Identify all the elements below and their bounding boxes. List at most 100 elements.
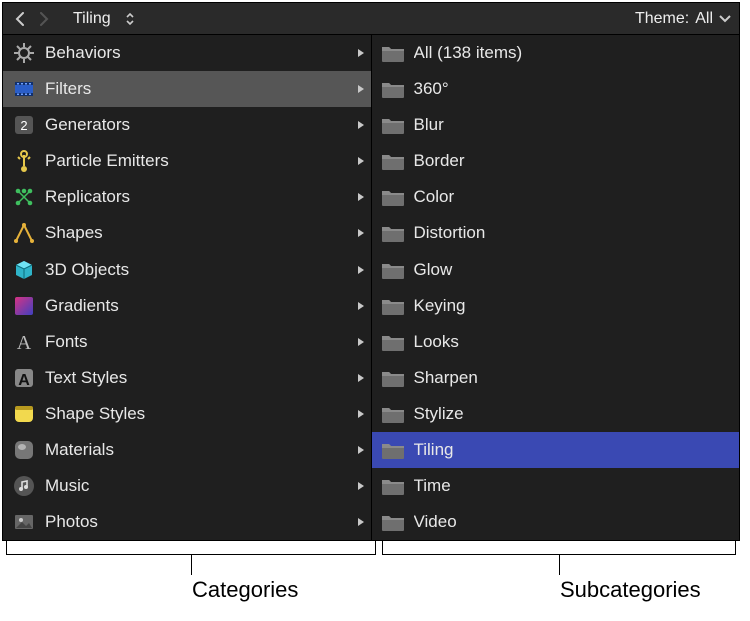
annotation-layer: Categories Subcategories [2, 541, 740, 621]
folder-icon [380, 148, 406, 174]
category-item-music[interactable]: Music [3, 468, 371, 504]
music-icon [11, 473, 37, 499]
disclosure-triangle-icon [351, 373, 365, 383]
subcategory-label: Border [414, 151, 734, 171]
theme-value: All [695, 10, 713, 28]
category-item-shape-styles[interactable]: Shape Styles [3, 396, 371, 432]
folder-icon [380, 112, 406, 138]
subcategory-label: Looks [414, 332, 734, 352]
library-panel: Tiling Theme: All Behaviors Filters 2 Gener… [2, 2, 740, 541]
updown-icon [125, 12, 135, 26]
gradient-icon [11, 293, 37, 319]
theme-popup[interactable]: Theme: All [635, 10, 731, 28]
subcategory-label: Stylize [414, 404, 734, 424]
category-item-particle-emitters[interactable]: Particle Emitters [3, 143, 371, 179]
emitter-icon [11, 148, 37, 174]
subcategory-item-glow[interactable]: Glow [372, 251, 740, 287]
category-item-filters[interactable]: Filters [3, 71, 371, 107]
folder-icon [380, 184, 406, 210]
theme-label: Theme: [635, 10, 689, 28]
subcategory-item-video[interactable]: Video [372, 504, 740, 540]
category-label: Photos [45, 512, 343, 532]
disclosure-triangle-icon [351, 48, 365, 58]
subcategory-label: All (138 items) [414, 43, 734, 63]
subcategory-label: Distortion [414, 223, 734, 243]
folder-icon [380, 329, 406, 355]
gear-icon [11, 40, 37, 66]
category-item-generators[interactable]: 2 Generators [3, 107, 371, 143]
folder-icon [380, 76, 406, 102]
disclosure-triangle-icon [351, 156, 365, 166]
categories-column[interactable]: Behaviors Filters 2 Generators Particle Emit… [3, 35, 371, 540]
nav-back-button[interactable] [11, 8, 29, 30]
font-a-icon: A [11, 329, 37, 355]
category-item-photos[interactable]: Photos [3, 504, 371, 540]
category-label: Shape Styles [45, 404, 343, 424]
folder-icon [380, 257, 406, 283]
subcategory-item-tiling[interactable]: Tiling [372, 432, 740, 468]
annotation-categories: Categories [192, 577, 298, 603]
breadcrumb-popup[interactable]: Tiling [73, 10, 135, 28]
photos-icon [11, 509, 37, 535]
folder-icon [380, 401, 406, 427]
subcategory-label: Sharpen [414, 368, 734, 388]
svg-text:A: A [17, 332, 32, 354]
category-label: Filters [45, 79, 343, 99]
subcategory-label: Glow [414, 260, 734, 280]
material-icon [11, 437, 37, 463]
category-label: Text Styles [45, 368, 343, 388]
annotation-subcategories: Subcategories [560, 577, 701, 603]
cube-icon [11, 257, 37, 283]
subcategory-label: Video [414, 512, 734, 532]
font-bold-icon: A [11, 365, 37, 391]
replicator-icon [11, 184, 37, 210]
library-toolbar: Tiling Theme: All [3, 3, 739, 35]
subcategory-item-looks[interactable]: Looks [372, 324, 740, 360]
disclosure-triangle-icon [351, 228, 365, 238]
category-label: Materials [45, 440, 343, 460]
category-label: Replicators [45, 187, 343, 207]
category-item-gradients[interactable]: Gradients [3, 288, 371, 324]
library-body: Behaviors Filters 2 Generators Particle Emit… [3, 35, 739, 540]
category-item-materials[interactable]: Materials [3, 432, 371, 468]
category-item-3d-objects[interactable]: 3D Objects [3, 251, 371, 287]
category-item-behaviors[interactable]: Behaviors [3, 35, 371, 71]
subcategory-item-keying[interactable]: Keying [372, 288, 740, 324]
subcategory-item-blur[interactable]: Blur [372, 107, 740, 143]
category-label: Behaviors [45, 43, 343, 63]
shape-icon [11, 220, 37, 246]
subcategory-item-time[interactable]: Time [372, 468, 740, 504]
subcategory-label: Keying [414, 296, 734, 316]
subcategories-column[interactable]: All (138 items) 360°Blur Border Color Distor… [371, 35, 740, 540]
disclosure-triangle-icon [351, 120, 365, 130]
subcategory-label: Color [414, 187, 734, 207]
category-item-fonts[interactable]: AFonts [3, 324, 371, 360]
category-item-shapes[interactable]: Shapes [3, 215, 371, 251]
category-item-replicators[interactable]: Replicators [3, 179, 371, 215]
folder-icon [380, 509, 406, 535]
filmstrip-icon [11, 76, 37, 102]
nav-forward-button[interactable] [35, 8, 53, 30]
disclosure-triangle-icon [351, 409, 365, 419]
subcategory-label: Tiling [414, 440, 734, 460]
folder-icon [380, 473, 406, 499]
disclosure-triangle-icon [351, 192, 365, 202]
subcategory-item-sharpen[interactable]: Sharpen [372, 360, 740, 396]
category-item-text-styles[interactable]: A Text Styles [3, 360, 371, 396]
subcategory-item-stylize[interactable]: Stylize [372, 396, 740, 432]
svg-text:2: 2 [20, 118, 27, 133]
disclosure-triangle-icon [351, 517, 365, 527]
subcategory-item-360[interactable]: 360° [372, 71, 740, 107]
subcategory-item-all[interactable]: All (138 items) [372, 35, 740, 71]
category-label: Particle Emitters [45, 151, 343, 171]
disclosure-triangle-icon [351, 265, 365, 275]
breadcrumb-label: Tiling [73, 10, 111, 28]
subcategory-item-border[interactable]: Border [372, 143, 740, 179]
folder-icon [380, 365, 406, 391]
subcategory-item-color[interactable]: Color [372, 179, 740, 215]
subcategory-label: Time [414, 476, 734, 496]
subcategory-item-distortion[interactable]: Distortion [372, 215, 740, 251]
generator-icon: 2 [11, 112, 37, 138]
category-label: Generators [45, 115, 343, 135]
category-label: Music [45, 476, 343, 496]
